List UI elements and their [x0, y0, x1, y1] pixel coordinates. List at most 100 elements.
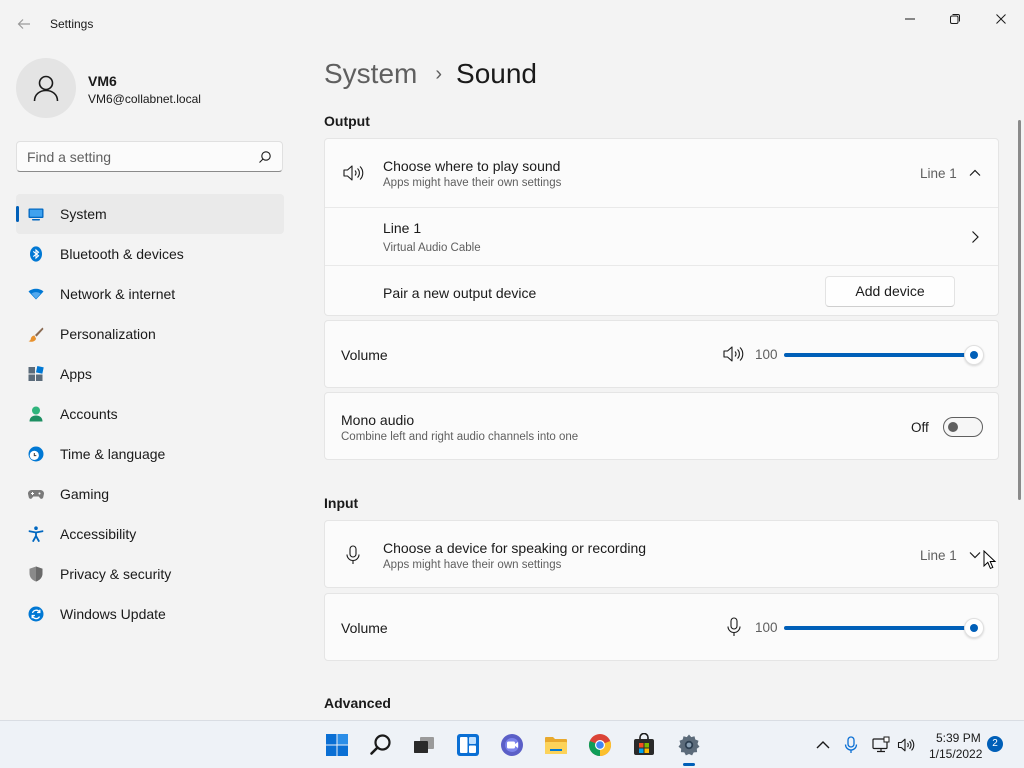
- settings-icon[interactable]: [677, 733, 701, 757]
- accounts-icon: [29, 406, 43, 422]
- sidebar-item-accounts[interactable]: Accounts: [16, 394, 284, 434]
- sidebar-item-time-language[interactable]: Time & language: [16, 434, 284, 474]
- clock-date[interactable]: 1/15/2022: [929, 747, 982, 761]
- restore-icon: [950, 14, 960, 24]
- sidebar-item-windows-update[interactable]: Windows Update: [16, 594, 284, 634]
- input-device-card: Choose a device for speaking or recordin…: [324, 520, 999, 588]
- close-icon: [996, 14, 1006, 24]
- restore-button[interactable]: [932, 4, 978, 34]
- minimize-button[interactable]: [887, 4, 933, 34]
- input-volume-card: Volume 100: [324, 593, 999, 661]
- apps-icon: [28, 366, 44, 381]
- speaker-volume-icon[interactable]: [722, 343, 744, 365]
- chat-icon[interactable]: [500, 733, 524, 757]
- sidebar-item-label: System: [60, 206, 107, 222]
- user-icon: [33, 75, 59, 102]
- bluetooth-icon: [30, 246, 42, 262]
- notification-badge[interactable]: 2: [987, 736, 1003, 752]
- update-icon: [28, 606, 44, 622]
- widgets-icon[interactable]: [456, 733, 480, 757]
- network-icon[interactable]: [872, 736, 890, 754]
- section-title-input: Input: [324, 495, 359, 511]
- window-title: Settings: [50, 17, 94, 31]
- output-choose-title: Choose where to play sound: [383, 158, 561, 174]
- sidebar-item-accessibility[interactable]: Accessibility: [16, 514, 284, 554]
- output-device-card: Choose where to play sound Apps might ha…: [324, 138, 999, 316]
- arrow-left-icon: [17, 19, 30, 29]
- output-volume-value: 100: [755, 347, 778, 362]
- microphone-volume-icon[interactable]: [723, 616, 745, 638]
- sidebar-item-system[interactable]: System: [16, 194, 284, 234]
- output-selected-device: Line 1: [920, 166, 957, 181]
- back-button[interactable]: [14, 14, 34, 34]
- sidebar-item-label: Network & internet: [60, 286, 176, 302]
- input-device-selector[interactable]: Choose a device for speaking or recordin…: [325, 521, 998, 589]
- input-volume-value: 100: [755, 620, 778, 635]
- store-icon[interactable]: [632, 733, 656, 757]
- chevron-up-icon[interactable]: [969, 168, 981, 178]
- accessibility-icon: [28, 526, 44, 542]
- input-volume-thumb[interactable]: [964, 618, 984, 638]
- search-icon[interactable]: [369, 733, 393, 757]
- sidebar-item-bluetooth[interactable]: Bluetooth & devices: [16, 234, 284, 274]
- sidebar-item-apps[interactable]: Apps: [16, 354, 284, 394]
- minimize-icon: [905, 18, 915, 20]
- settings-search-box[interactable]: [16, 141, 283, 172]
- output-device-selector[interactable]: Choose where to play sound Apps might ha…: [325, 139, 998, 207]
- output-volume-slider[interactable]: [784, 353, 974, 357]
- sidebar-item-privacy-security[interactable]: Privacy & security: [16, 554, 284, 594]
- chevron-down-icon[interactable]: [969, 550, 981, 560]
- mono-audio-title: Mono audio: [341, 412, 415, 428]
- add-device-button[interactable]: Add device: [825, 276, 955, 307]
- title-bar: Settings: [0, 0, 1024, 48]
- microphone-icon[interactable]: [842, 736, 860, 754]
- sidebar-item-label: Apps: [60, 366, 92, 382]
- brush-icon: [28, 327, 44, 342]
- speaker-icon[interactable]: [897, 736, 915, 754]
- chevron-up-icon[interactable]: [814, 736, 832, 754]
- mono-audio-toggle[interactable]: [943, 417, 983, 437]
- clock-time[interactable]: 5:39 PM: [936, 731, 981, 745]
- search-icon[interactable]: [258, 150, 272, 164]
- output-volume-card: Volume 100: [324, 320, 999, 388]
- sidebar-item-personalization[interactable]: Personalization: [16, 314, 284, 354]
- output-device-description: Virtual Audio Cable: [383, 242, 481, 254]
- speaker-icon: [343, 165, 364, 181]
- chevron-right-icon[interactable]: [970, 230, 980, 244]
- input-choose-title: Choose a device for speaking or recordin…: [383, 540, 647, 556]
- input-choose-subtitle: Apps might have their own settings: [383, 559, 562, 571]
- scrollbar[interactable]: [1018, 120, 1021, 500]
- sidebar-item-gaming[interactable]: Gaming: [16, 474, 284, 514]
- breadcrumb-parent[interactable]: System: [324, 58, 417, 90]
- page-title: Sound: [456, 58, 537, 89]
- user-name: VM6: [88, 73, 117, 89]
- sidebar-item-label: Time & language: [60, 446, 166, 462]
- close-button[interactable]: [978, 4, 1024, 34]
- start-icon[interactable]: [325, 733, 349, 757]
- microphone-icon: [346, 545, 360, 564]
- search-input[interactable]: [27, 149, 247, 165]
- chrome-icon[interactable]: [588, 733, 612, 757]
- sidebar-item-label: Personalization: [60, 326, 156, 342]
- output-volume-thumb[interactable]: [964, 345, 984, 365]
- sidebar-item-network[interactable]: Network & internet: [16, 274, 284, 314]
- system-icon: [28, 208, 44, 221]
- output-device-line1[interactable]: Line 1 Virtual Audio Cable: [325, 207, 998, 265]
- user-email: VM6@collabnet.local: [88, 92, 201, 106]
- sidebar-nav: System Bluetooth & devices Network & int…: [16, 194, 284, 634]
- sidebar-item-label: Privacy & security: [60, 566, 172, 582]
- sidebar-item-label: Accounts: [60, 406, 118, 422]
- file-explorer-icon[interactable]: [544, 733, 568, 757]
- task-view-icon[interactable]: [412, 733, 436, 757]
- output-choose-subtitle: Apps might have their own settings: [383, 177, 562, 189]
- input-volume-label: Volume: [341, 620, 388, 636]
- input-volume-slider[interactable]: [784, 626, 974, 630]
- toggle-knob: [948, 422, 958, 432]
- pair-output-device-row: Pair a new output device Add device: [325, 265, 998, 317]
- active-app-indicator: [683, 763, 695, 766]
- clock-globe-icon: [28, 446, 44, 462]
- avatar[interactable]: [16, 58, 76, 118]
- sidebar-item-label: Bluetooth & devices: [60, 246, 184, 262]
- mono-audio-subtitle: Combine left and right audio channels in…: [341, 431, 579, 443]
- sidebar-item-label: Accessibility: [60, 526, 137, 542]
